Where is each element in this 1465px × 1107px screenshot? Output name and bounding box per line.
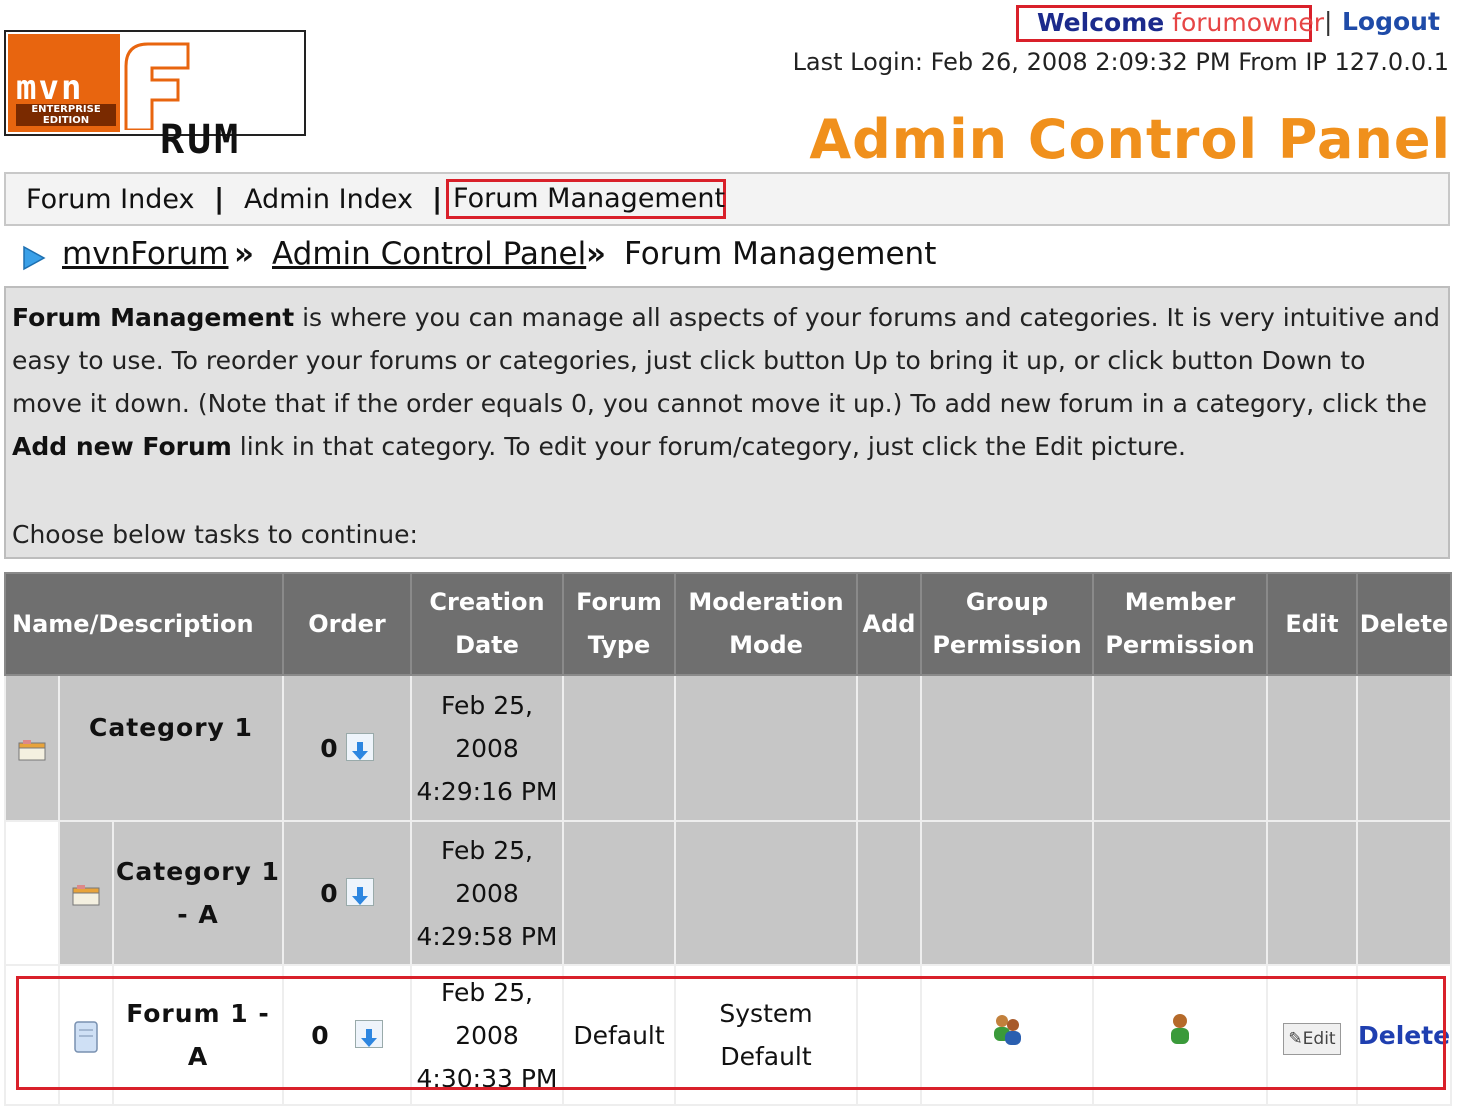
forum-document-icon <box>74 1020 98 1053</box>
edit-empty <box>1266 820 1358 966</box>
forum-icon-cell <box>58 964 114 1106</box>
mvnforum-logo: mvn ENTERPRISE EDITION RUM <box>4 30 306 160</box>
forum-type: Default <box>562 964 676 1106</box>
table-row: Category 1 - A 0 Feb 25, 2008 4:29:58 PM <box>4 820 1452 966</box>
category-icon-cell <box>58 820 114 966</box>
member-permission-icon[interactable] <box>1167 1011 1193 1047</box>
nav-separator: | <box>432 182 443 215</box>
indent-cell <box>4 820 60 966</box>
edit-button-label: Edit <box>1302 1028 1336 1049</box>
down-arrow-icon <box>360 1028 377 1047</box>
header-creation-date: Creation Date <box>410 572 564 676</box>
panel-title: Admin Control Panel <box>809 108 1451 171</box>
admin-nav-bar: Forum Index | Admin Index | Forum Manage… <box>4 172 1450 226</box>
category-name[interactable]: Category 1 - A <box>112 820 284 966</box>
forum-management-table-wrap: Name/Description Order Creation Date For… <box>4 572 1452 1107</box>
delete-cell: Delete <box>1356 964 1452 1106</box>
nav-forum-index[interactable]: Forum Index <box>26 184 195 215</box>
category-folder-icon <box>72 884 100 905</box>
group-perm-empty <box>920 820 1094 966</box>
moderation-empty <box>674 674 858 822</box>
logo-edition-text: ENTERPRISE EDITION <box>16 104 116 126</box>
forum-table: Name/Description Order Creation Date For… <box>4 572 1452 1106</box>
welcome-user-box: Welcome forumowner <box>1016 5 1324 42</box>
delete-empty <box>1356 674 1452 822</box>
username-link[interactable]: forumowner <box>1172 8 1324 37</box>
breadcrumb-arrow-icon <box>23 245 46 271</box>
order-value: 0 <box>320 733 338 763</box>
edit-empty <box>1266 674 1358 822</box>
forum-type-empty <box>562 820 676 966</box>
group-permission-cell <box>920 964 1094 1106</box>
order-value: 0 <box>320 878 338 908</box>
table-row: Forum 1 - A 0 Feb 25, 2008 4:30:33 PM De… <box>4 964 1452 1106</box>
table-row: Category 1 0 Feb 25, 2008 4:29:16 PM <box>4 674 1452 822</box>
moderation-mode: System Default <box>674 964 858 1106</box>
description-text-2: link in that category. To edit your foru… <box>231 432 1186 461</box>
order-cell: 0 <box>282 820 412 966</box>
header-forum-type: Forum Type <box>562 572 676 676</box>
delete-link[interactable]: Delete <box>1358 1021 1450 1050</box>
member-perm-empty <box>1092 820 1268 966</box>
description-box: Forum Management is where you can manage… <box>4 286 1450 559</box>
welcome-label: Welcome <box>1037 8 1165 37</box>
edit-cell: ✎Edit <box>1266 964 1358 1106</box>
member-permission-cell <box>1092 964 1268 1106</box>
move-down-button[interactable] <box>345 877 374 906</box>
add-empty <box>856 964 922 1106</box>
description-lead: Forum Management <box>12 303 295 332</box>
breadcrumb-mvnforum[interactable]: mvnForum <box>62 236 228 272</box>
header-delete: Delete <box>1356 572 1452 676</box>
group-permission-icon[interactable] <box>989 1011 1025 1047</box>
member-perm-empty <box>1092 674 1268 822</box>
header-group-permission: Group Permission <box>920 572 1094 676</box>
header-edit: Edit <box>1266 572 1358 676</box>
move-down-button[interactable] <box>354 1019 383 1048</box>
add-empty <box>856 820 922 966</box>
nav-forum-management[interactable]: Forum Management <box>446 179 726 219</box>
delete-empty <box>1356 820 1452 966</box>
down-arrow-icon <box>351 741 368 760</box>
add-empty <box>856 674 922 822</box>
forum-name[interactable]: Forum 1 - A <box>112 964 284 1106</box>
breadcrumb-admin-control-panel[interactable]: Admin Control Panel <box>272 236 586 272</box>
nav-separator: | <box>214 182 225 215</box>
category-icon-cell <box>4 674 60 822</box>
logout-separator: | <box>1324 7 1333 36</box>
header-order: Order <box>282 572 412 676</box>
order-cell: 0 <box>282 674 412 822</box>
breadcrumb-current: Forum Management <box>624 236 937 272</box>
logo-mvn-text: mvn <box>16 68 84 108</box>
nav-admin-index[interactable]: Admin Index <box>244 184 413 215</box>
breadcrumb-separator: » <box>234 236 255 272</box>
header-moderation-mode: Moderation Mode <box>674 572 858 676</box>
header-add: Add <box>856 572 922 676</box>
creation-date: Feb 25, 2008 4:29:58 PM <box>410 820 564 966</box>
table-header-row: Name/Description Order Creation Date For… <box>4 572 1452 676</box>
header-name-description: Name/Description <box>4 572 284 676</box>
header-member-permission: Member Permission <box>1092 572 1268 676</box>
order-value: 0 <box>311 1020 329 1050</box>
last-login-info: Last Login: Feb 26, 2008 2:09:32 PM From… <box>792 48 1449 76</box>
breadcrumb-separator: » <box>586 236 607 272</box>
edit-button[interactable]: ✎Edit <box>1283 1022 1341 1055</box>
category-name[interactable]: Category 1 <box>58 674 284 822</box>
indent-cell <box>4 964 60 1106</box>
logo-rum-text: RUM <box>160 117 242 163</box>
group-perm-empty <box>920 674 1094 822</box>
down-arrow-icon <box>351 886 368 905</box>
creation-date: Feb 25, 2008 4:30:33 PM <box>410 964 564 1106</box>
choose-tasks-text: Choose below tasks to continue: <box>12 520 418 549</box>
move-down-button[interactable] <box>345 732 374 761</box>
logout-link[interactable]: Logout <box>1342 5 1440 39</box>
forum-type-empty <box>562 674 676 822</box>
category-folder-icon <box>18 739 46 760</box>
creation-date: Feb 25, 2008 4:29:16 PM <box>410 674 564 822</box>
order-cell: 0 <box>282 964 412 1106</box>
moderation-empty <box>674 820 858 966</box>
description-add-forum-term: Add new Forum <box>12 432 232 461</box>
